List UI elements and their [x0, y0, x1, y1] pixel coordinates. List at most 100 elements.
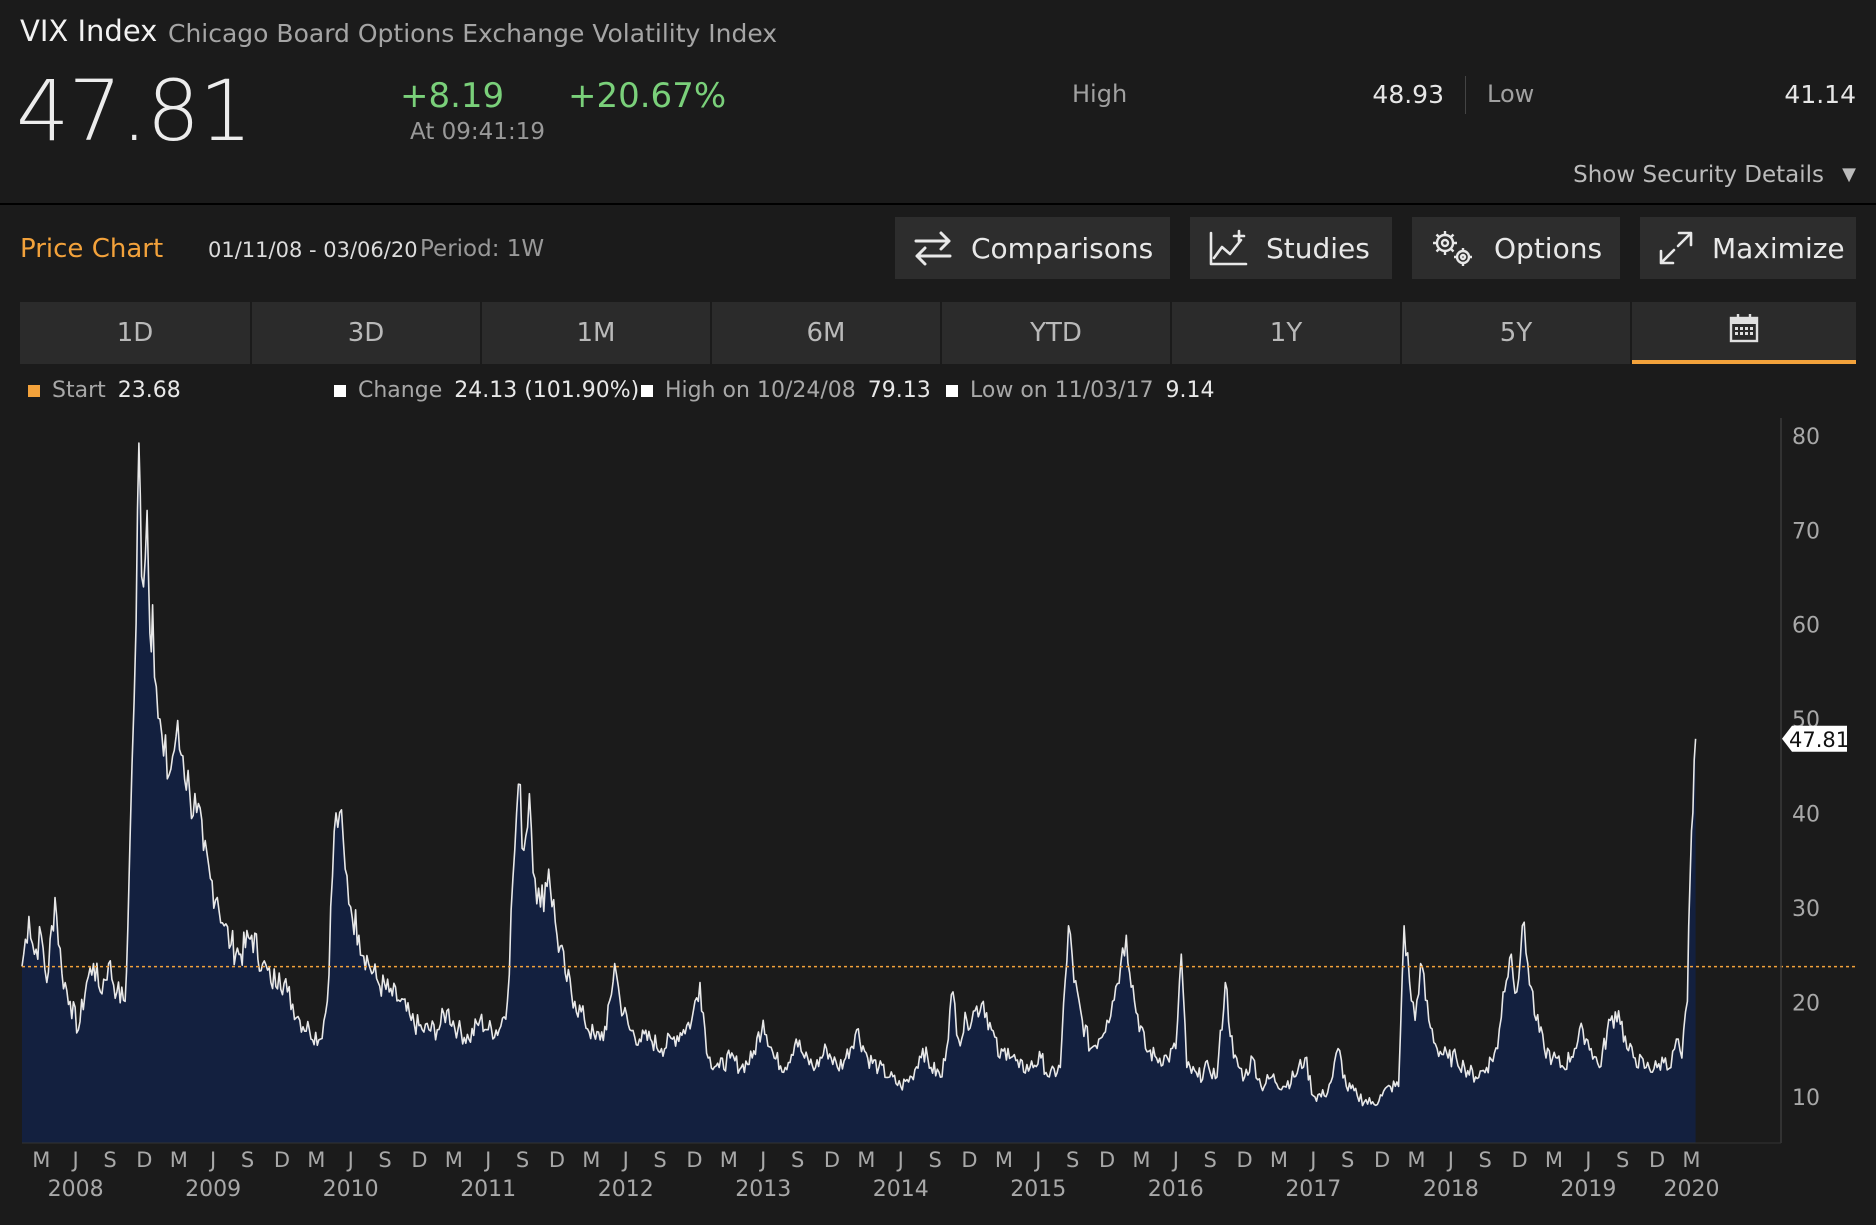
comparisons-button[interactable]: Comparisons	[895, 217, 1170, 279]
x-month-tick-label: M	[1682, 1148, 1700, 1172]
y-tick-label: 30	[1792, 897, 1820, 922]
x-year-label: 2020	[1663, 1177, 1719, 1202]
y-tick-label: 10	[1792, 1086, 1820, 1111]
x-month-tick-label: M	[582, 1148, 600, 1172]
x-month-tick-label: S	[1616, 1148, 1629, 1172]
price-chart-title: Price Chart	[20, 234, 164, 264]
x-month-tick-label: J	[1308, 1148, 1316, 1172]
x-month-tick-label: J	[896, 1148, 904, 1172]
security-name: Chicago Board Options Exchange Volatilit…	[168, 19, 778, 48]
x-year-label: 2009	[185, 1177, 241, 1202]
range-custom-tab[interactable]	[1632, 302, 1856, 364]
x-month-tick-label: J	[346, 1148, 354, 1172]
x-month-tick-label: S	[1066, 1148, 1079, 1172]
options-label: Options	[1494, 231, 1603, 265]
comparisons-icon	[913, 230, 953, 266]
high-low-divider	[1465, 76, 1466, 114]
x-year-label: 2017	[1285, 1177, 1341, 1202]
x-month-tick-label: D	[1099, 1148, 1115, 1172]
x-month-tick-label: D	[136, 1148, 152, 1172]
x-month-tick-label: M	[995, 1148, 1013, 1172]
x-month-tick-label: D	[961, 1148, 977, 1172]
range-1m-tab[interactable]: 1M	[482, 302, 710, 364]
legend-high-value: 79.13	[867, 378, 931, 403]
x-month-tick-label: D	[686, 1148, 702, 1172]
range-1y-tab[interactable]: 1Y	[1172, 302, 1400, 364]
y-tick-label: 70	[1792, 519, 1820, 544]
x-month-tick-label: M	[857, 1148, 875, 1172]
x-month-tick-label: M	[720, 1148, 738, 1172]
current-value-tag-text: 47.81	[1789, 728, 1849, 752]
x-month-tick-label: D	[1236, 1148, 1252, 1172]
x-month-tick-label: M	[1270, 1148, 1288, 1172]
price-chart[interactable]: 102030405060708047.81M J S D M J S D M J S D M J S D M J S…	[0, 410, 1876, 1225]
legend-low-value: 9.14	[1165, 378, 1215, 403]
x-year-label: 2010	[323, 1177, 379, 1202]
x-year-label: 2008	[48, 1177, 104, 1202]
x-month-tick-label: J	[208, 1148, 216, 1172]
x-month-tick-label: J	[483, 1148, 491, 1172]
last-price: 47.81	[16, 62, 252, 160]
y-tick-label: 60	[1792, 614, 1820, 639]
show-security-details-link[interactable]: Show Security Details	[1573, 162, 1824, 188]
legend-high-label: High on 10/24/08	[665, 378, 856, 403]
x-month-tick-label: S	[516, 1148, 529, 1172]
x-month-tick-label: S	[791, 1148, 804, 1172]
legend-low: Low on 11/03/17 9.14	[946, 378, 1215, 403]
ticker-title: VIX Index	[20, 14, 158, 48]
calendar-icon	[1729, 313, 1759, 350]
x-month-tick-label: D	[411, 1148, 427, 1172]
studies-button[interactable]: Studies	[1190, 217, 1392, 279]
maximize-button[interactable]: Maximize	[1640, 217, 1856, 279]
x-month-tick-label: J	[1583, 1148, 1591, 1172]
studies-label: Studies	[1266, 231, 1370, 265]
x-year-label: 2013	[735, 1177, 791, 1202]
x-year-label: 2018	[1423, 1177, 1479, 1202]
x-month-tick-label: S	[1341, 1148, 1354, 1172]
x-month-tick-label: M	[32, 1148, 50, 1172]
chart-date-range[interactable]: 01/11/08 - 03/06/20	[208, 238, 418, 262]
x-month-tick-label: M	[1407, 1148, 1425, 1172]
legend-high-swatch	[641, 384, 653, 397]
x-month-tick-label: M	[1545, 1148, 1563, 1172]
range-5y-tab[interactable]: 5Y	[1402, 302, 1630, 364]
x-year-label: 2016	[1148, 1177, 1204, 1202]
x-month-tick-label: D	[824, 1148, 840, 1172]
legend-low-swatch	[946, 384, 958, 397]
x-month-tick-label: S	[928, 1148, 941, 1172]
range-6m-tab[interactable]: 6M	[712, 302, 940, 364]
x-month-tick-label: D	[274, 1148, 290, 1172]
x-month-tick-label: S	[241, 1148, 254, 1172]
net-change: +8.19	[400, 76, 505, 116]
x-month-tick-label: M	[170, 1148, 188, 1172]
x-month-tick-label: M	[307, 1148, 325, 1172]
x-year-label: 2015	[1010, 1177, 1066, 1202]
high-label: High	[1072, 80, 1128, 108]
x-month-tick-label: S	[653, 1148, 666, 1172]
x-month-tick-label: D	[1374, 1148, 1390, 1172]
legend-start: Start 23.68	[28, 378, 181, 403]
x-month-tick-label: J	[71, 1148, 79, 1172]
range-ytd-tab[interactable]: YTD	[942, 302, 1170, 364]
legend-change-label: Change	[358, 378, 443, 403]
range-1d-tab[interactable]: 1D	[20, 302, 250, 364]
x-month-tick-label: J	[621, 1148, 629, 1172]
chart-period[interactable]: Period: 1W	[420, 236, 544, 262]
x-year-label: 2011	[460, 1177, 516, 1202]
x-month-tick-label: D	[1649, 1148, 1665, 1172]
caret-down-icon[interactable]: ▼	[1842, 164, 1856, 185]
range-3d-tab[interactable]: 3D	[252, 302, 480, 364]
legend-start-swatch	[28, 384, 40, 397]
y-tick-label: 40	[1792, 803, 1820, 828]
x-month-tick-label: D	[549, 1148, 565, 1172]
x-month-tick-label: S	[378, 1148, 391, 1172]
low-label: Low	[1487, 80, 1535, 108]
x-year-label: 2019	[1560, 1177, 1616, 1202]
x-year-label: 2014	[873, 1177, 929, 1202]
x-month-tick-label: J	[1033, 1148, 1041, 1172]
x-month-tick-label: J	[1171, 1148, 1179, 1172]
percent-change: +20.67%	[568, 76, 727, 116]
options-button[interactable]: Options	[1412, 217, 1620, 279]
x-month-tick-label: S	[103, 1148, 116, 1172]
high-value: 48.93	[1372, 80, 1444, 109]
